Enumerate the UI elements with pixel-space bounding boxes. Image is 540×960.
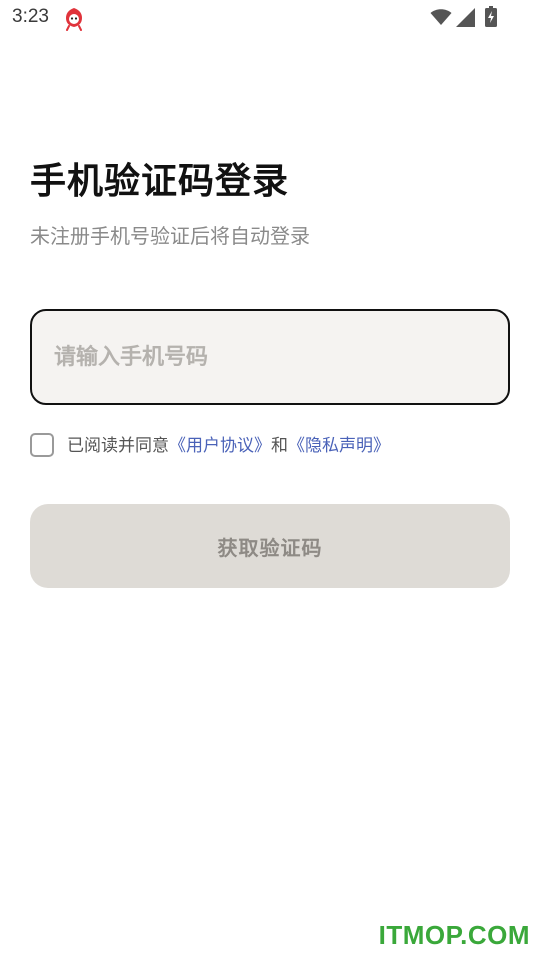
phone-number-input[interactable] — [30, 309, 510, 405]
agreement-checkbox[interactable] — [30, 433, 54, 457]
battery-charging-icon — [485, 6, 497, 27]
page-title: 手机验证码登录 — [30, 161, 290, 202]
user-agreement-link[interactable]: 《用户协议》 — [169, 436, 271, 456]
status-bar: 3:23 — [0, 0, 540, 36]
agreement-text: 已阅读并同意《用户协议》和《隐私声明》 — [67, 432, 390, 460]
watermark-logo: ITMOP.COM — [378, 920, 530, 950]
signal-icon — [456, 8, 475, 27]
wifi-icon — [430, 9, 452, 25]
page-subtitle: 未注册手机号验证后将自动登录 — [30, 224, 310, 248]
privacy-statement-link[interactable]: 《隐私声明》 — [288, 436, 390, 456]
agreement-and: 和 — [271, 436, 288, 456]
status-time: 3:23 — [12, 6, 49, 27]
app-notification-icon — [66, 8, 82, 31]
get-verification-code-button[interactable]: 获取验证码 — [30, 504, 510, 588]
agreement-prefix: 已阅读并同意 — [67, 436, 169, 456]
